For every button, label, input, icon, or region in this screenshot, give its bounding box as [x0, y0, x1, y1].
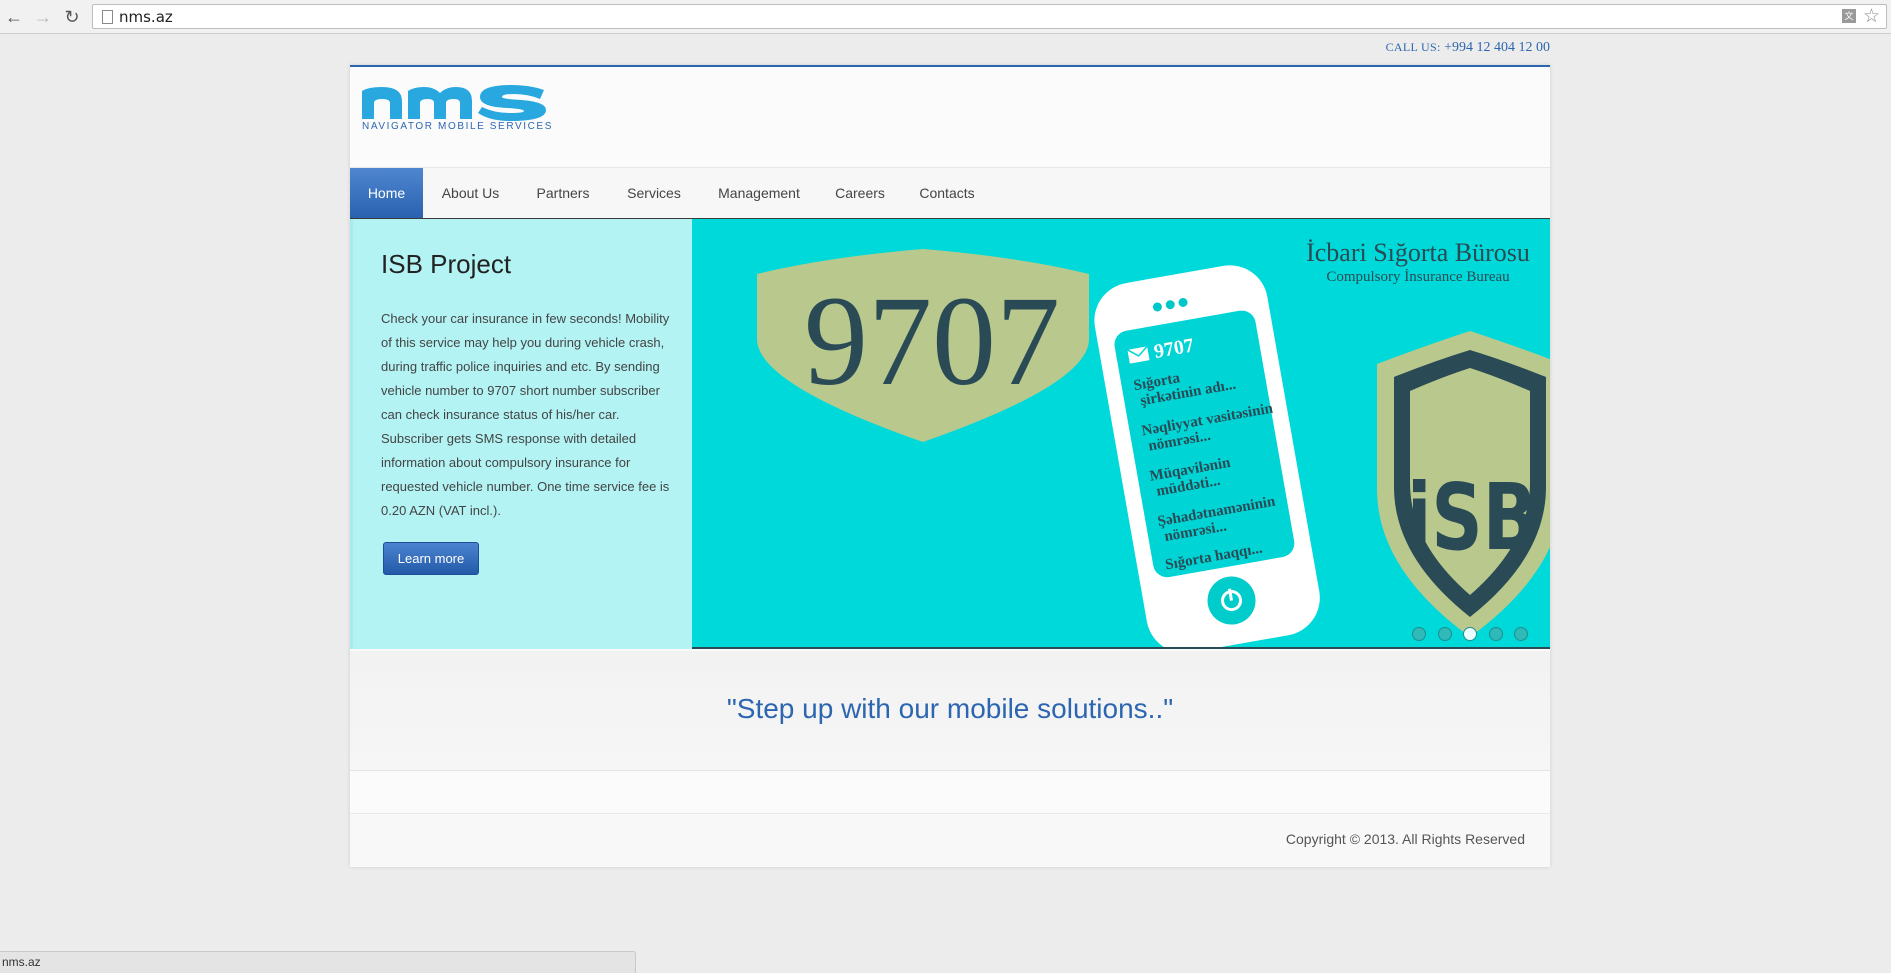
menu-item-contacts[interactable]: Contacts: [902, 168, 992, 218]
browser-toolbar: ← → ↻ nms.az 文 ☆: [0, 0, 1891, 34]
translate-icon[interactable]: 文: [1842, 9, 1856, 23]
slider-dot[interactable]: [1488, 627, 1503, 641]
address-url[interactable]: nms.az: [119, 8, 173, 26]
forward-arrow-icon[interactable]: →: [32, 6, 54, 28]
slide-image: 9707 İcbari Sığorta Bürosu Compulsory İn…: [757, 238, 1550, 647]
main-menu: Home About Us Partners Services Manageme…: [350, 168, 1550, 219]
bureau-name: İcbari Sığorta Bürosu: [1306, 238, 1530, 267]
call-us: CALL US: +994 12 404 12 00: [1300, 40, 1550, 56]
tagline-band: "Step up with our mobile solutions..": [350, 651, 1550, 771]
site-container: NAVIGATOR MOBILE SERVICES Home About Us …: [350, 65, 1550, 867]
page-icon: [102, 10, 113, 24]
slider-dot[interactable]: [1412, 627, 1427, 641]
site-footer: Copyright © 2013. All Rights Reserved: [350, 815, 1550, 867]
back-arrow-icon[interactable]: ←: [3, 6, 25, 28]
bookmark-star-icon[interactable]: ☆: [1863, 5, 1880, 28]
intro-panel: ISB Project Check your car insurance in …: [350, 219, 692, 649]
isb-badge: iSB: [1377, 331, 1550, 637]
tagline: "Step up with our mobile solutions..": [726, 693, 1174, 724]
copyright: Copyright © 2013. All Rights Reserved: [1285, 831, 1525, 847]
menu-item-about-us[interactable]: About Us: [423, 168, 518, 218]
slider-dot-active[interactable]: [1463, 627, 1478, 641]
intro-title: ISB Project: [381, 249, 512, 279]
content-band: [350, 772, 1550, 814]
isb-badge-text: iSB: [1407, 464, 1537, 571]
menu-item-home[interactable]: Home: [350, 168, 423, 218]
address-bar[interactable]: nms.az 文 ☆: [92, 4, 1887, 29]
slider-dots: [1405, 627, 1528, 641]
reload-icon[interactable]: ↻: [61, 6, 83, 28]
phone-illustration: 9707 Sığorta şirkətinin adı... Nəqliyyat…: [1094, 265, 1320, 647]
hero-slider[interactable]: 9707 İcbari Sığorta Bürosu Compulsory İn…: [692, 219, 1550, 649]
menu-item-management[interactable]: Management: [700, 168, 818, 218]
slider-dot[interactable]: [1514, 627, 1528, 641]
bureau-name-en: Compulsory İnsurance Bureau: [1326, 269, 1510, 285]
menu-item-careers[interactable]: Careers: [818, 168, 902, 218]
menu-item-services[interactable]: Services: [608, 168, 700, 218]
site-header: NAVIGATOR MOBILE SERVICES: [350, 67, 1550, 168]
menu-item-partners[interactable]: Partners: [518, 168, 608, 218]
slider-dot[interactable]: [1437, 627, 1452, 641]
logo-tagline: NAVIGATOR MOBILE SERVICES: [362, 121, 552, 131]
call-us-phone[interactable]: +994 12 404 12 00: [1444, 40, 1550, 55]
intro-body: Check your car insurance in few seconds!…: [381, 311, 670, 518]
learn-more-button[interactable]: Learn more: [383, 542, 479, 575]
browser-status-bar: nms.az: [0, 951, 636, 973]
call-us-label: CALL US:: [1385, 40, 1441, 54]
slide-number: 9707: [804, 270, 1060, 412]
nms-logo[interactable]: NAVIGATOR MOBILE SERVICES: [362, 77, 552, 131]
